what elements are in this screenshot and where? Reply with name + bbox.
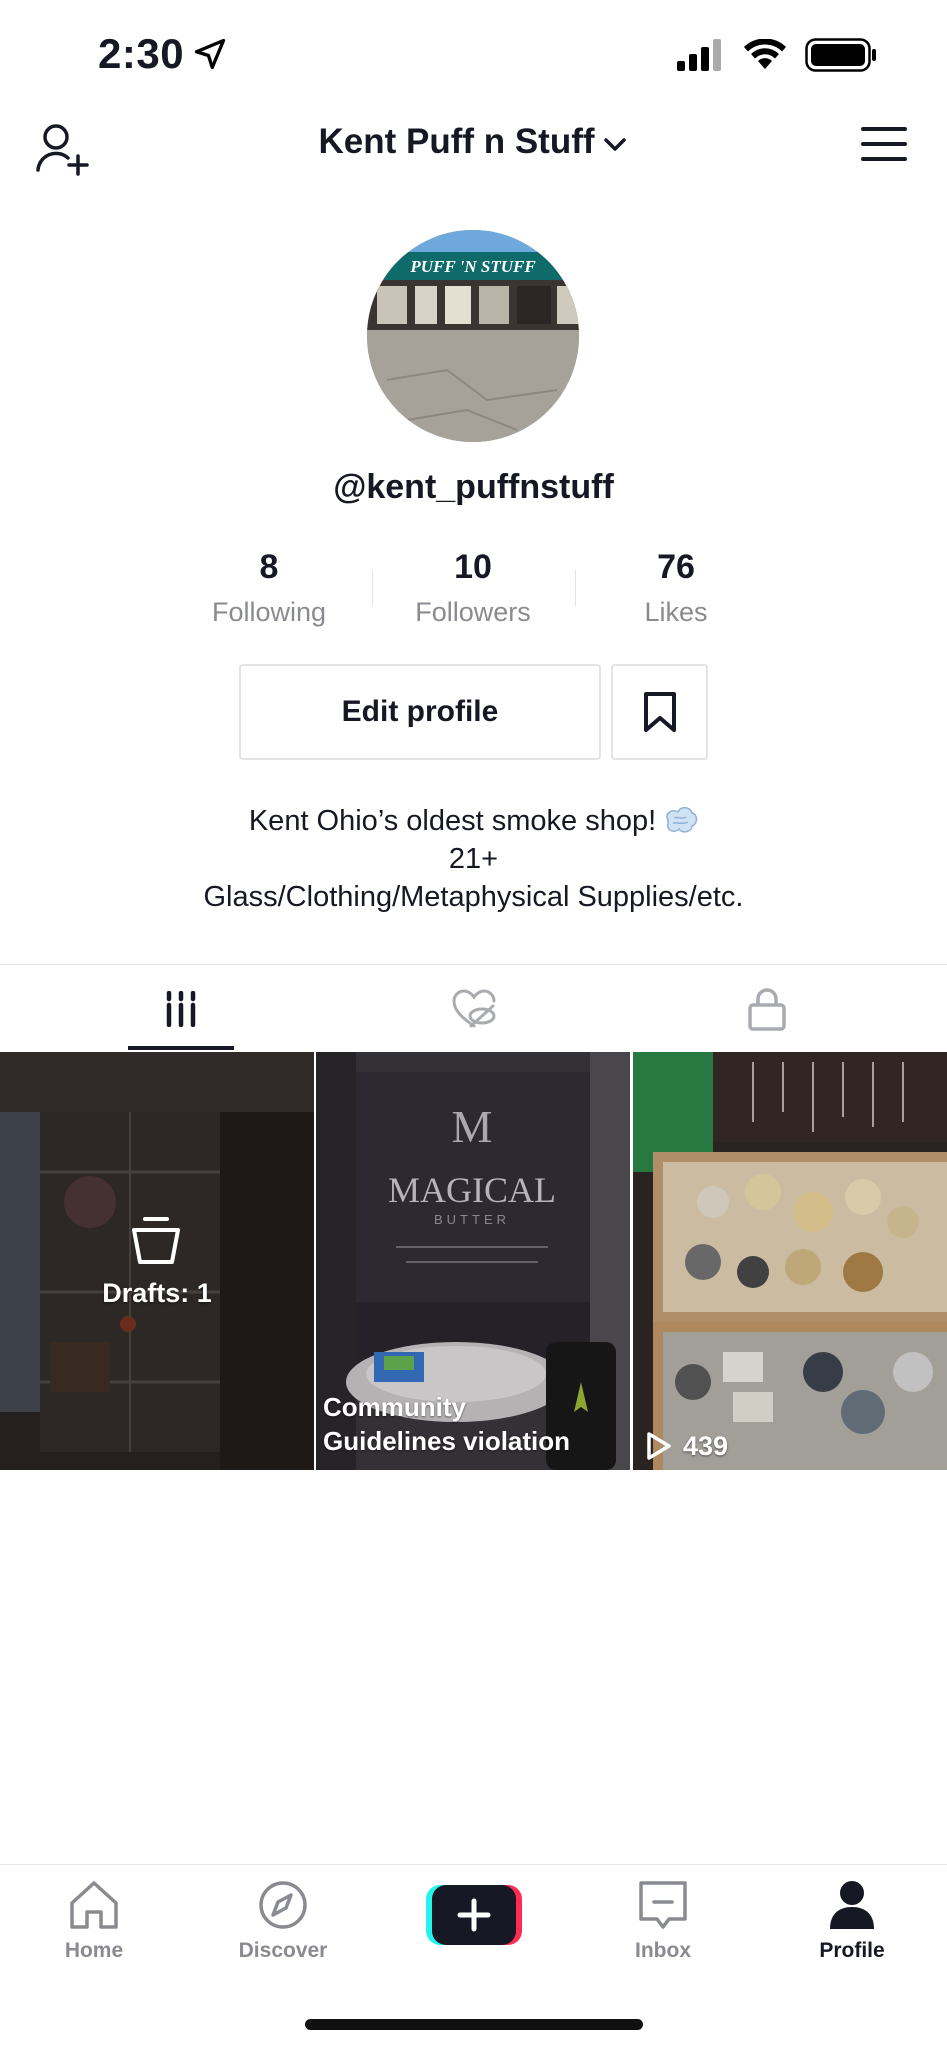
likes-count: 76	[657, 548, 695, 586]
dash-smoke-emoji-icon	[666, 806, 698, 833]
tab-private[interactable]	[609, 965, 924, 1052]
hidden-liked-icon	[451, 988, 495, 1027]
nav-profile[interactable]: Profile	[782, 1877, 922, 1963]
following-count: 8	[259, 548, 279, 586]
followers-count: 10	[454, 548, 492, 586]
followers-label: Followers	[415, 597, 531, 627]
view-count: 439	[683, 1431, 729, 1461]
avatar[interactable]: PUFF 'N STUFF	[367, 230, 579, 442]
wifi-icon	[744, 39, 786, 69]
nav-home[interactable]: Home	[24, 1877, 164, 1963]
nav-inbox[interactable]: Inbox	[593, 1877, 733, 1963]
chevron-down-icon	[603, 138, 626, 151]
violation-line: Community	[323, 1392, 466, 1422]
profile-bio: Kent Ohio’s oldest smoke shop! 21+ Glass…	[0, 802, 947, 916]
bio-line: Kent Ohio’s oldest smoke shop!	[0, 802, 947, 840]
home-indicator[interactable]	[305, 2019, 643, 2030]
status-time: 2:30	[98, 30, 185, 77]
lock-icon	[747, 987, 786, 1031]
likes-label: Likes	[644, 597, 708, 627]
inbox-icon	[639, 1881, 687, 1929]
violation-label: Community Guidelines violation	[323, 1390, 570, 1458]
bio-text: Kent Ohio’s oldest smoke shop!	[248, 805, 657, 837]
nav-profile-label: Profile	[819, 1939, 885, 1962]
bottom-nav: Home Discover Inbox Profile	[0, 1865, 947, 1975]
followers-stat[interactable]: 10 Followers	[373, 548, 573, 628]
plus-icon	[426, 1885, 522, 1945]
play-count-icon	[647, 1432, 671, 1460]
create-video-button[interactable]	[426, 1885, 522, 1945]
home-icon	[70, 1881, 118, 1929]
violation-line: Guidelines violation	[323, 1426, 571, 1456]
bio-line: Glass/Clothing/Metaphysical Supplies/etc…	[203, 881, 744, 913]
battery-icon	[805, 38, 876, 72]
cellular-signal-icon	[677, 39, 721, 71]
status-indicators	[677, 38, 877, 72]
nav-discover-label: Discover	[238, 1939, 328, 1962]
profile-header: Kent Puff n Stuff	[0, 110, 947, 180]
location-arrow-icon	[194, 38, 226, 70]
account-switcher[interactable]: Kent Puff n Stuff	[0, 122, 947, 162]
edit-profile-button[interactable]: Edit profile	[239, 664, 601, 760]
avatar-storefront-image: PUFF 'N STUFF	[367, 230, 579, 442]
status-bar: 2:30	[0, 0, 947, 110]
profile-stats: 8 Following 10 Followers 76 Likes	[0, 548, 947, 628]
crystals-thumbnail	[633, 1052, 947, 1470]
tab-liked[interactable]	[316, 965, 631, 1052]
nav-home-label: Home	[64, 1939, 124, 1962]
following-label: Following	[211, 597, 327, 627]
grid-icon	[166, 990, 195, 1027]
avatar-sign-text: PUFF 'N STUFF	[409, 257, 536, 276]
profile-tabs	[0, 965, 947, 1052]
following-stat[interactable]: 8 Following	[169, 548, 369, 628]
menu-icon[interactable]	[861, 126, 907, 162]
favorites-button[interactable]	[611, 664, 708, 760]
bio-line: 21+	[448, 843, 499, 875]
nav-discover[interactable]: Discover	[213, 1877, 353, 1963]
username: @kent_puffnstuff	[333, 468, 614, 506]
video-grid: Drafts: 1 M MAGICAL BUTTER Community Gui…	[0, 1052, 947, 1470]
account-title: Kent Puff n Stuff	[318, 122, 595, 161]
bookmark-icon	[643, 692, 676, 732]
drafts-icon	[132, 1217, 180, 1264]
tab-videos[interactable]	[23, 965, 338, 1052]
nav-inbox-label: Inbox	[635, 1939, 691, 1962]
video-tile-crystals[interactable]: 439	[633, 1052, 947, 1470]
drafts-tile[interactable]: Drafts: 1	[0, 1052, 314, 1470]
drafts-count-label: Drafts: 1	[102, 1278, 212, 1308]
person-icon	[830, 1881, 874, 1929]
video-tile-violation[interactable]: M MAGICAL BUTTER Community Guidelines vi…	[316, 1052, 630, 1470]
likes-stat[interactable]: 76 Likes	[576, 548, 776, 628]
compass-icon	[259, 1881, 307, 1929]
active-tab-indicator	[128, 1046, 234, 1050]
